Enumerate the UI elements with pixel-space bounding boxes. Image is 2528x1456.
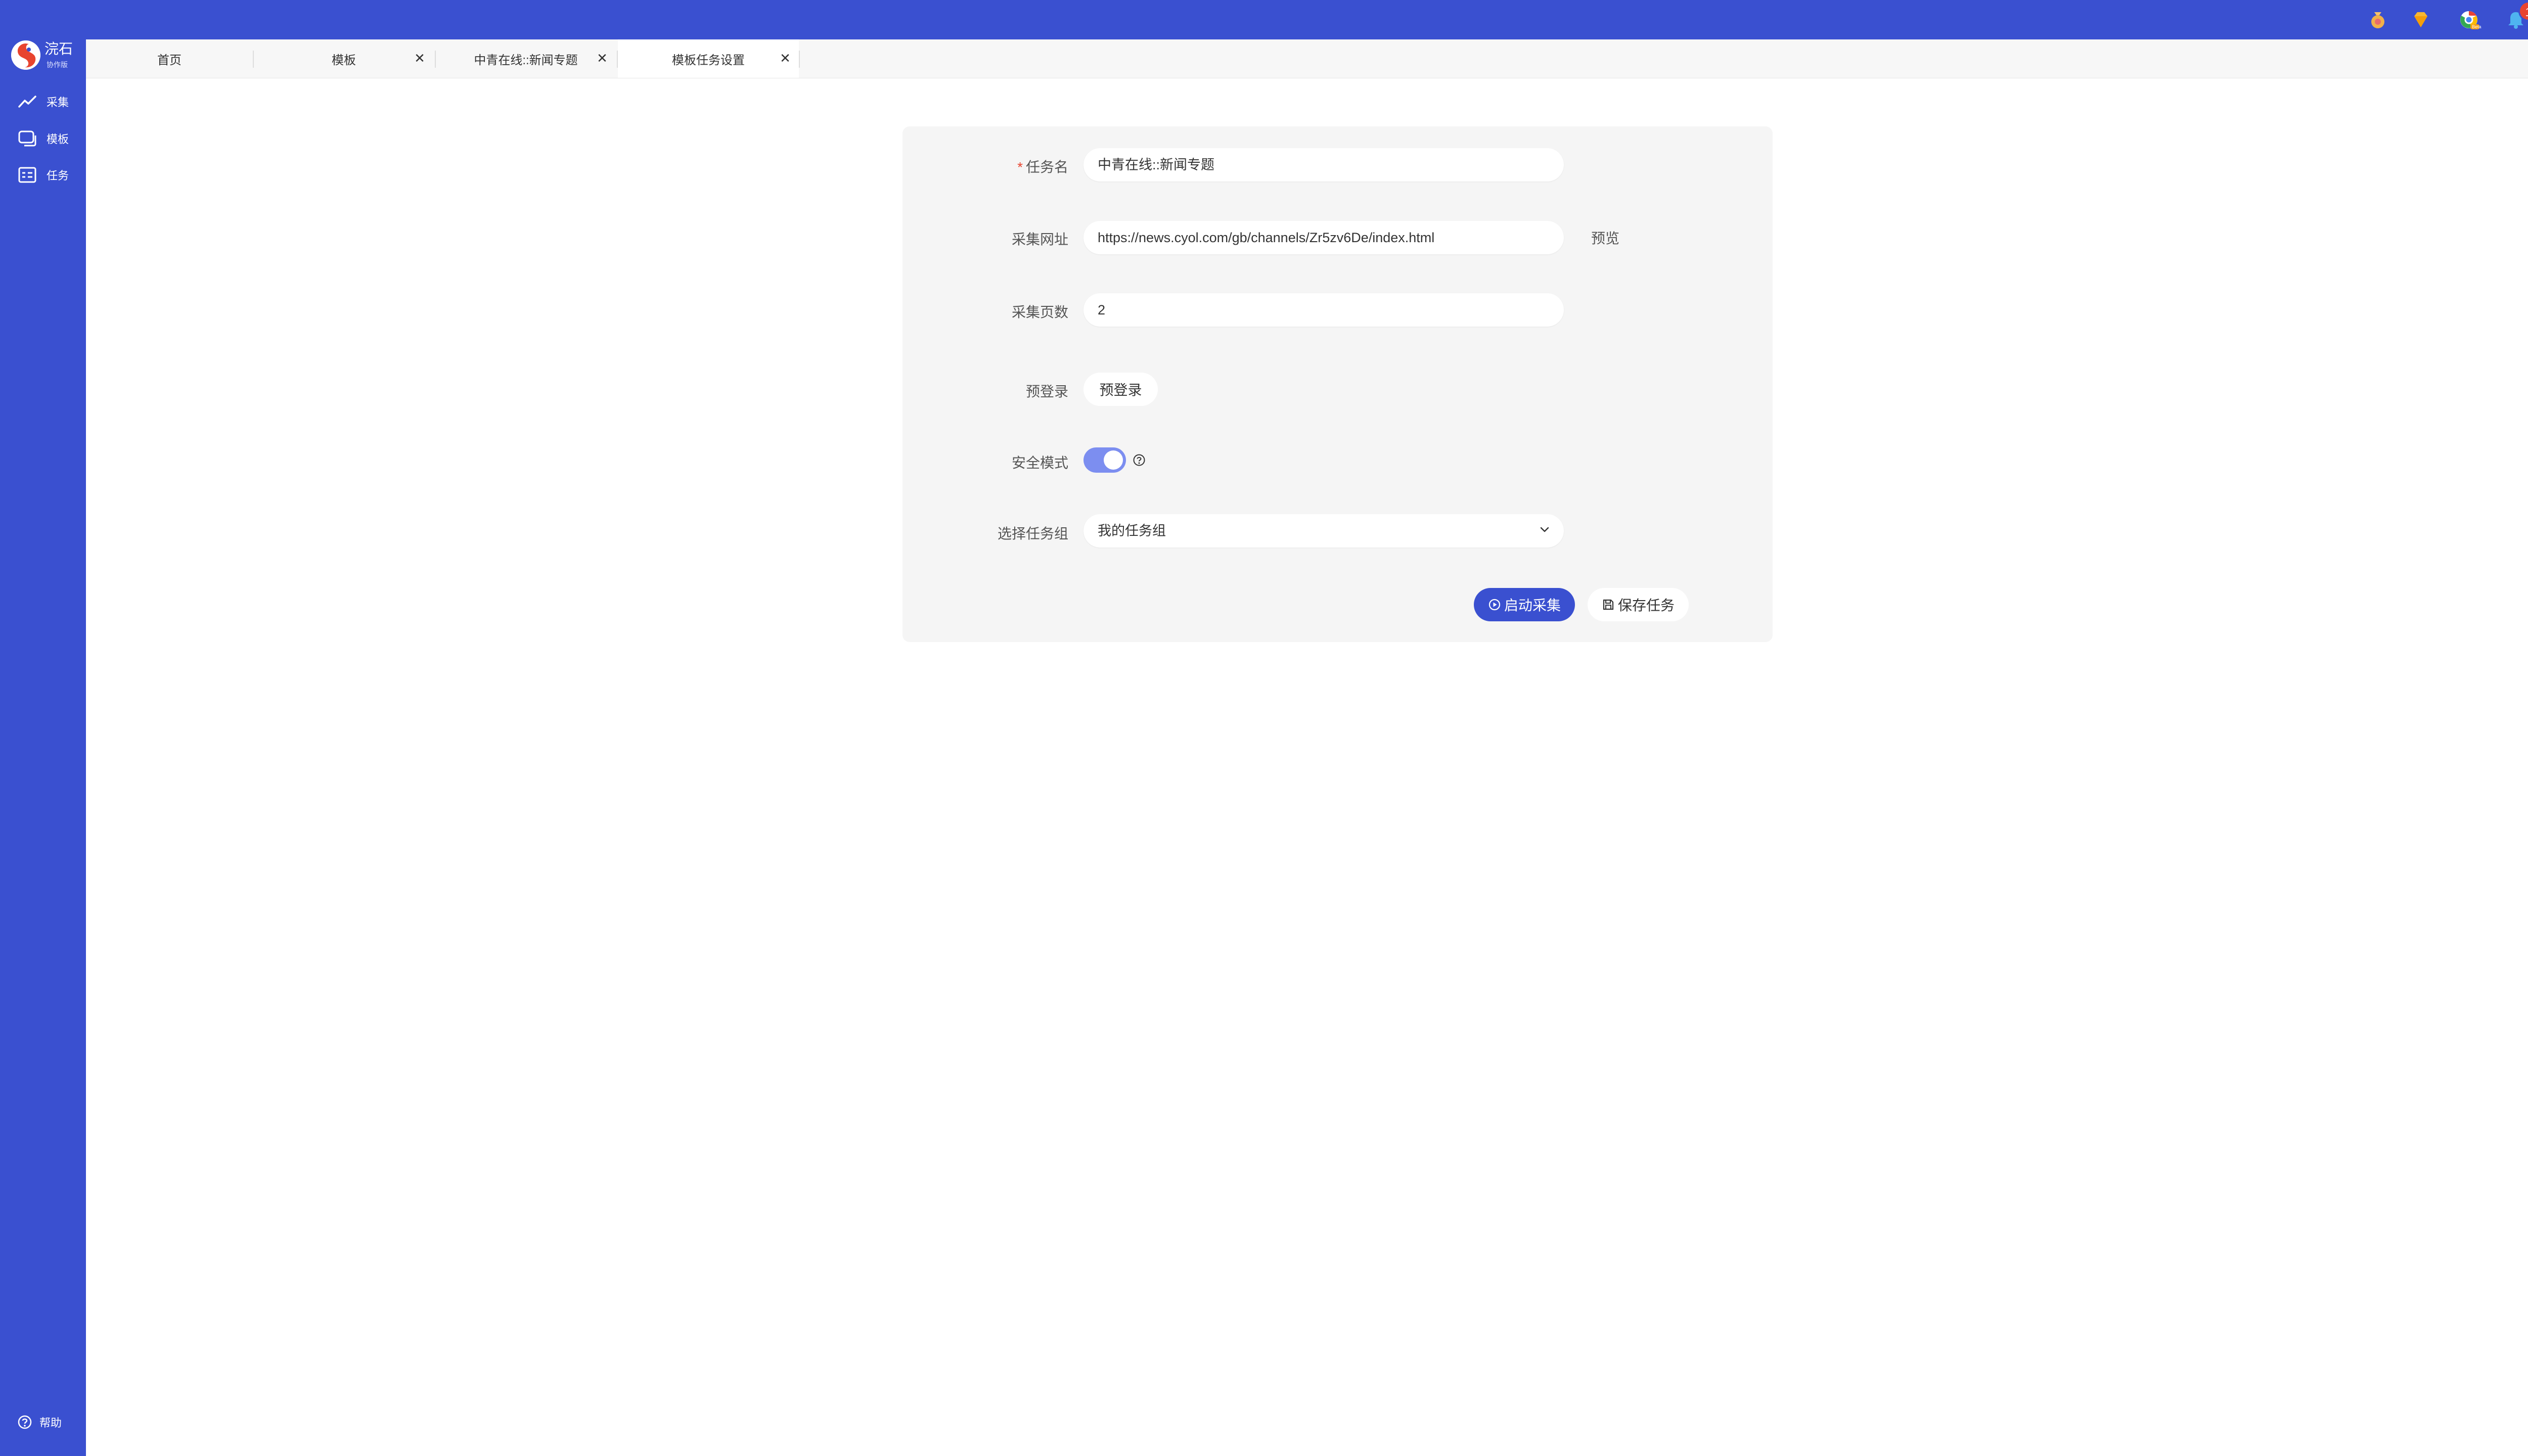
pages-label: 采集页数 <box>1011 304 1068 320</box>
tab-label: 首页 <box>157 53 182 67</box>
sidebar-item-tasks[interactable]: 任务 <box>17 165 69 185</box>
template-icon <box>18 130 36 147</box>
chevron-down-icon <box>1540 527 1549 532</box>
safe-mode-label: 安全模式 <box>1011 455 1068 471</box>
task-group-select[interactable]: 我的任务组 <box>1084 514 1564 548</box>
sidebar-item-label: 采集 <box>47 96 69 109</box>
save-icon <box>1603 599 1614 610</box>
tab-template-task-settings-close-icon[interactable]: ✕ <box>778 51 793 66</box>
start-collect-button[interactable]: 启动采集 <box>1474 588 1575 621</box>
task-name-input[interactable]: 中青在线::新闻专题 <box>1084 148 1564 181</box>
tab-templates-close-icon[interactable]: ✕ <box>412 51 427 66</box>
tab-cyol-news[interactable]: 中青在线::新闻专题 <box>435 39 617 78</box>
sidebar: 浣石 协作版 采集 模板 任务 帮助 <box>0 0 86 1456</box>
url-input[interactable]: https://news.cyol.com/gb/channels/Zr5zv6… <box>1084 221 1564 254</box>
tab-label: 中青在线::新闻专题 <box>474 53 578 67</box>
sidebar-item-label: 任务 <box>47 169 69 182</box>
pages-input[interactable]: 2 <box>1084 293 1564 327</box>
brand-name: 浣石 <box>44 41 73 57</box>
url-label: 采集网址 <box>1011 232 1068 247</box>
task-list-icon <box>18 167 36 183</box>
help-label: 帮助 <box>39 1417 62 1429</box>
toggle-knob <box>1104 450 1123 470</box>
prelogin-button[interactable]: 预登录 <box>1084 373 1158 406</box>
sidebar-item-label: 模板 <box>47 133 69 146</box>
prelogin-label: 预登录 <box>1025 384 1068 399</box>
top-bar <box>0 0 2528 39</box>
start-collect-label: 启动采集 <box>1504 598 1561 613</box>
play-circle-icon <box>1488 599 1501 611</box>
safe-mode-toggle[interactable] <box>1084 447 1126 473</box>
required-mark: * <box>1017 159 1023 175</box>
tab-label: 模板任务设置 <box>672 53 745 67</box>
trend-line-icon <box>18 96 36 108</box>
app-logo <box>11 40 40 70</box>
diamond-icon[interactable] <box>2410 9 2431 30</box>
beta-tag: Beta <box>2472 24 2481 29</box>
preview-link[interactable]: 预览 <box>1591 228 1619 248</box>
task-group-label: 选择任务组 <box>997 526 1068 541</box>
tab-divider <box>799 51 800 68</box>
sidebar-help[interactable]: 帮助 <box>17 1414 62 1430</box>
tab-template-task-settings[interactable]: 模板任务设置 <box>618 39 799 78</box>
task-name-label: * 任务名 <box>917 156 1068 176</box>
question-circle-icon[interactable] <box>1133 453 1146 467</box>
save-task-button[interactable]: 保存任务 <box>1588 588 1689 621</box>
tab-label: 模板 <box>332 53 356 67</box>
brand-subtitle: 协作版 <box>47 61 68 69</box>
tab-home[interactable]: 首页 <box>86 39 253 78</box>
sidebar-item-collect[interactable]: 采集 <box>17 92 69 112</box>
tab-templates[interactable]: 模板 <box>253 39 435 78</box>
money-bag-icon[interactable] <box>2367 9 2388 30</box>
tab-bar: 首页 模板 ✕ 中青在线::新闻专题 ✕ 模板任务设置 ✕ <box>86 39 2528 78</box>
sidebar-item-templates[interactable]: 模板 <box>17 128 69 149</box>
tab-cyol-news-close-icon[interactable]: ✕ <box>595 51 610 66</box>
save-task-label: 保存任务 <box>1617 598 1675 613</box>
help-circle-icon <box>18 1415 32 1429</box>
task-name-label-text: 任务名 <box>1025 159 1068 175</box>
